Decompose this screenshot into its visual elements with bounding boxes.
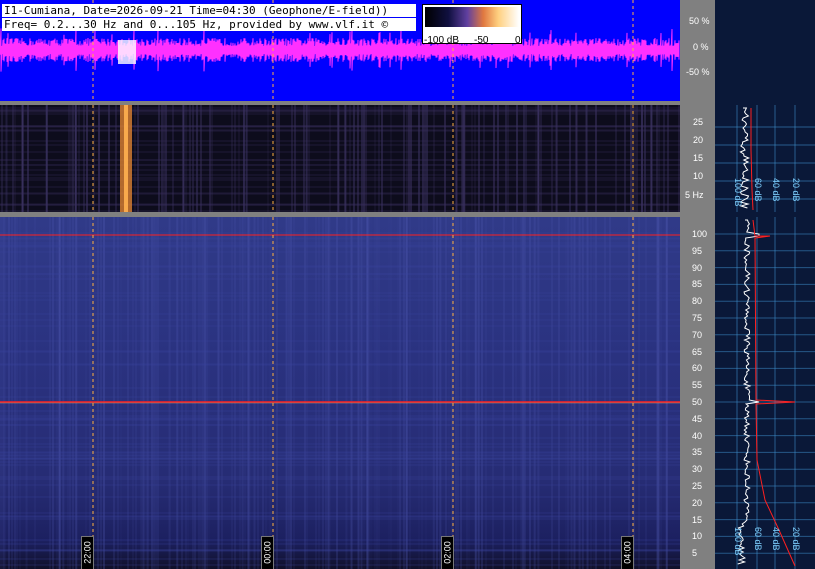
high-freq-tick: 45 bbox=[692, 413, 703, 424]
waveform-tick-minus-50: -50 % bbox=[686, 67, 710, 77]
spectrogram-high-freq-image bbox=[0, 217, 680, 569]
colorbar-tick-max: 0 bbox=[515, 35, 521, 46]
time-label-0000: 00:00 bbox=[261, 536, 274, 569]
high-freq-tick: 75 bbox=[692, 313, 703, 323]
time-label-0400: 04:00 bbox=[621, 536, 634, 569]
profile-bottom-db-100: 100 dB bbox=[733, 527, 743, 556]
station-info-line1: I1-Cumiana, Date=2026-09-21 Time=04:30 (… bbox=[2, 4, 416, 17]
profile-bottom-db-40: 40 dB bbox=[771, 527, 781, 551]
high-freq-tick: 25 bbox=[692, 481, 703, 491]
time-label-0200: 02:00 bbox=[441, 536, 454, 569]
spectrum-profile bbox=[715, 105, 815, 569]
high-freq-tick: 60 bbox=[692, 363, 703, 374]
profile-bottom-db-60: 60 dB bbox=[753, 527, 763, 551]
high-freq-tick: 15 bbox=[692, 514, 703, 525]
spectrum-profile-column: 100 dB 60 dB 40 dB 20 dB 100 dB 60 dB 40… bbox=[715, 0, 815, 569]
colorbar: -100 dB -50 0 bbox=[422, 4, 522, 46]
time-label-2200: 22:00 bbox=[81, 536, 94, 569]
profile-bottom-db-20: 20 dB bbox=[791, 527, 801, 551]
low-freq-tick-15: 15 bbox=[693, 153, 704, 163]
waveform-signal bbox=[0, 28, 680, 72]
high-freq-tick: 10 bbox=[692, 531, 703, 542]
spectral-burst-core bbox=[124, 105, 128, 212]
high-freq-tick: 95 bbox=[692, 245, 703, 256]
colorbar-tick-min: -100 dB bbox=[424, 35, 460, 46]
spectrogram-low-freq bbox=[0, 105, 680, 212]
colorbar-gradient bbox=[425, 7, 519, 27]
high-freq-tick: 40 bbox=[692, 430, 703, 441]
spectrogram-high-freq-axis: 100 95 90 85 80 75 70 65 60 55 50 45 40 35 30 25 20 15 10 5 bbox=[680, 217, 715, 569]
spectrogram-high-freq bbox=[0, 217, 680, 569]
waveform-burst bbox=[118, 40, 136, 64]
high-freq-tick: 5 bbox=[692, 548, 698, 559]
high-freq-tick: 90 bbox=[692, 262, 703, 273]
high-freq-tick: 35 bbox=[692, 447, 703, 458]
high-freq-tick: 70 bbox=[692, 329, 703, 340]
profile-bottom-average bbox=[752, 219, 796, 567]
low-freq-tick-25: 25 bbox=[693, 117, 704, 127]
profile-top-db-20: 20 dB bbox=[791, 178, 801, 202]
high-freq-tick: 30 bbox=[692, 464, 703, 475]
high-freq-tick: 80 bbox=[692, 296, 703, 307]
station-info-line2: Freq= 0.2...30 Hz and 0...105 Hz, provid… bbox=[2, 18, 416, 31]
spectrogram-low-freq-axis: 25 20 15 10 5 Hz bbox=[680, 105, 715, 212]
high-freq-tick: 20 bbox=[692, 497, 703, 508]
profile-top-db-60: 60 dB bbox=[753, 178, 763, 202]
low-freq-tick-5: 5 Hz bbox=[685, 190, 704, 200]
waveform-tick-0: 0 % bbox=[693, 42, 709, 52]
high-freq-tick: 55 bbox=[692, 380, 703, 391]
high-freq-tick: 50 bbox=[692, 397, 703, 407]
low-freq-tick-10: 10 bbox=[693, 171, 704, 181]
low-freq-tick-20: 20 bbox=[693, 135, 704, 145]
waveform-axis: 50 % 0 % -50 % bbox=[680, 0, 715, 101]
waveform-tick-50: 50 % bbox=[689, 16, 710, 26]
profile-top-db-40: 40 dB bbox=[771, 178, 781, 202]
high-freq-tick: 100 bbox=[692, 229, 708, 239]
high-freq-tick: 65 bbox=[692, 346, 703, 357]
vlf-monitor-view: 50 % 0 % -50 % I1-Cumiana, Date=2026-09-… bbox=[0, 0, 815, 569]
spectrogram-low-freq-image bbox=[0, 105, 680, 212]
high-freq-tick: 85 bbox=[692, 279, 703, 290]
colorbar-tick-mid: -50 bbox=[474, 35, 489, 46]
profile-top-db-100: 100 dB bbox=[733, 178, 743, 207]
